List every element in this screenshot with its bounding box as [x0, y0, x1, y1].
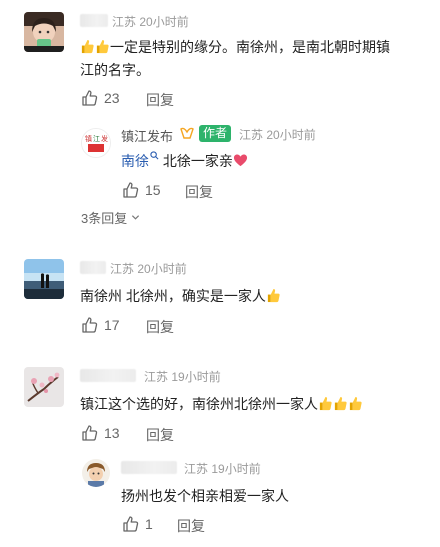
like-button[interactable] [81, 424, 99, 442]
username-blurred[interactable] [121, 461, 177, 474]
thumbs-up-emoji [80, 39, 95, 55]
like-count: 13 [104, 425, 120, 441]
timestamp: 20小时前 [137, 262, 187, 276]
comment-meta: 江苏 20小时前 [110, 260, 187, 277]
thumbs-up-outline-icon [82, 317, 98, 333]
thumbs-up-outline-icon [123, 516, 139, 532]
verified-badge-icon [180, 126, 194, 145]
like-count: 1 [145, 516, 153, 532]
location: 江苏 [144, 370, 169, 384]
more-replies-button[interactable]: 3条回复 [81, 208, 140, 227]
like-button[interactable] [122, 181, 140, 199]
thumbs-up-emoji [266, 288, 281, 304]
timestamp: 19小时前 [211, 462, 261, 476]
location: 江苏 [239, 128, 264, 142]
like-count: 17 [104, 317, 120, 333]
reply-button[interactable]: 回复 [146, 317, 174, 337]
svg-text:发: 发 [101, 134, 108, 143]
username-blurred[interactable] [80, 261, 106, 274]
timestamp: 19小时前 [171, 370, 221, 384]
thumbs-up-outline-icon [123, 182, 139, 198]
search-link[interactable]: 南徐 [121, 151, 159, 169]
location: 江苏 [110, 262, 135, 276]
comment-meta: 江苏 19小时前 [144, 368, 221, 385]
like-button[interactable] [122, 515, 140, 533]
timestamp: 20小时前 [266, 128, 316, 142]
comment-text: 南徐州 北徐州，确实是一家人 [80, 285, 281, 308]
author-avatar[interactable]: 镇 江 发 [81, 128, 111, 158]
username-blurred[interactable] [80, 14, 108, 27]
search-icon [150, 151, 159, 160]
like-count: 15 [145, 182, 161, 198]
comment-text: 镇江这个选的好，南徐州北徐州一家人 [80, 393, 363, 416]
thumbs-up-outline-icon [82, 90, 98, 106]
avatar[interactable] [24, 12, 64, 52]
username-blurred[interactable] [80, 369, 136, 382]
like-count: 23 [104, 90, 120, 106]
reply-text: 扬州也发个相亲相爱一家人 [121, 488, 289, 504]
thumbs-up-emoji [318, 396, 333, 412]
location: 江苏 [184, 462, 209, 476]
chevron-down-icon [131, 215, 139, 220]
comment-meta: 江苏 20小时前 [112, 13, 189, 30]
reply-button[interactable]: 回复 [177, 516, 205, 536]
thumbs-up-outline-icon [82, 425, 98, 441]
red-heart-emoji [233, 153, 248, 169]
like-button[interactable] [81, 316, 99, 334]
comment-meta: 江苏 20小时前 [239, 126, 316, 143]
like-button[interactable] [81, 89, 99, 107]
svg-text:镇: 镇 [85, 134, 92, 143]
avatar[interactable] [82, 459, 110, 487]
reply-button[interactable]: 回复 [146, 425, 174, 445]
thumbs-up-emoji [333, 396, 348, 412]
timestamp: 20小时前 [139, 15, 189, 29]
author-badge: 作者 [199, 125, 232, 142]
comment-text: 一定是特别的缘分。南徐州，是南北朝时期镇 江的名字。 [80, 39, 390, 78]
author-name[interactable]: 镇江发布 [121, 126, 173, 145]
svg-text:江: 江 [93, 135, 100, 143]
avatar[interactable] [24, 259, 64, 299]
reply-button[interactable]: 回复 [146, 90, 174, 110]
thumbs-up-emoji [95, 39, 110, 55]
thumbs-up-emoji [348, 396, 363, 412]
comment-meta: 江苏 19小时前 [184, 460, 261, 477]
reply-text: 南徐 北徐一家亲 [121, 150, 248, 173]
location: 江苏 [112, 15, 137, 29]
reply-button[interactable]: 回复 [185, 182, 213, 202]
avatar[interactable] [24, 367, 64, 407]
